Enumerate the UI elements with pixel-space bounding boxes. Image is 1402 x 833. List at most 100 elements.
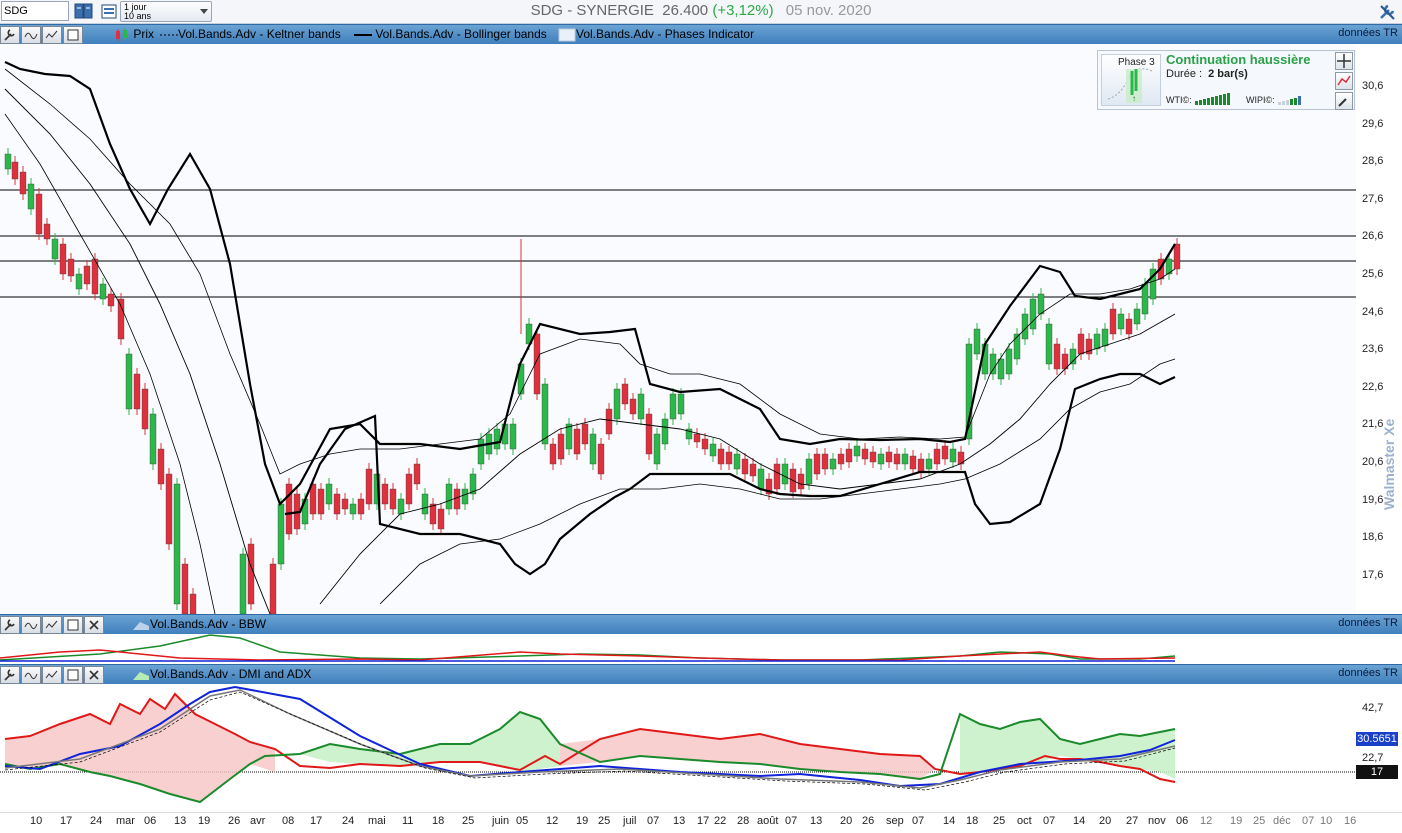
title-change: (+3,12%) xyxy=(712,2,774,19)
wave-icon[interactable] xyxy=(21,666,41,684)
window-icon[interactable] xyxy=(63,616,83,634)
date-axis-label: 28 xyxy=(737,815,750,827)
wave-icon[interactable] xyxy=(21,616,41,634)
candle xyxy=(941,445,949,460)
candle xyxy=(709,443,717,457)
candle xyxy=(247,543,255,605)
settings-icon[interactable] xyxy=(0,26,20,44)
close-icon[interactable] xyxy=(84,666,104,684)
date-axis-label: 22 xyxy=(714,815,727,827)
candle xyxy=(1005,348,1013,375)
wave-icon[interactable] xyxy=(21,26,41,44)
window-icon[interactable] xyxy=(63,26,83,44)
candle xyxy=(909,455,917,470)
candle xyxy=(613,388,621,420)
ref-value-badge: 17 xyxy=(1356,765,1398,779)
price-axis-label: 22,6 xyxy=(1362,380,1384,393)
date-axis-label: 14 xyxy=(1073,815,1086,827)
title-price: 26.400 xyxy=(662,2,709,19)
candle xyxy=(421,493,429,515)
phase-indicator-box: Phase 3 ↑ Continuation haussière Durée :… xyxy=(1097,50,1355,110)
info-icon[interactable] xyxy=(42,616,62,634)
candle xyxy=(773,463,781,490)
candle xyxy=(1053,343,1061,370)
date-axis-label: 16 xyxy=(1344,815,1357,827)
candle xyxy=(125,353,133,410)
date-axis-label: 12 xyxy=(1200,815,1213,827)
candle xyxy=(133,373,141,410)
candle xyxy=(1069,348,1077,365)
close-icon[interactable] xyxy=(84,616,104,634)
candle xyxy=(117,298,125,340)
info-icon[interactable] xyxy=(42,26,62,44)
candle xyxy=(749,463,757,477)
candle xyxy=(797,473,805,490)
wrench-icon[interactable] xyxy=(1378,2,1398,22)
candle xyxy=(1029,298,1037,330)
info-icon[interactable] xyxy=(42,666,62,684)
date-axis-label: mar xyxy=(116,815,135,827)
candle xyxy=(269,563,277,614)
date-axis-label: 07 xyxy=(785,815,798,827)
legend-keltner: Vol.Bands.Adv - Keltner bands xyxy=(160,27,341,41)
dmi-legend-label: Vol.Bands.Adv - DMI and ADX xyxy=(150,667,312,681)
move-icon[interactable] xyxy=(1335,52,1353,70)
candle xyxy=(549,443,557,465)
candle xyxy=(949,448,957,463)
candle xyxy=(333,493,341,515)
candle xyxy=(581,423,589,445)
date-axis-label: 06 xyxy=(1176,815,1189,827)
price-axis-label: 28,6 xyxy=(1362,155,1384,168)
wti-label: WTI©: xyxy=(1166,95,1192,105)
candle xyxy=(757,468,765,490)
date-axis-label: 07 xyxy=(912,815,925,827)
candle xyxy=(893,453,901,465)
settings-icon[interactable] xyxy=(0,666,20,684)
candle xyxy=(493,428,501,450)
candle xyxy=(989,353,997,375)
date-axis-label: 19 xyxy=(576,815,589,827)
legend-bollinger-label: Vol.Bands.Adv - Bollinger bands xyxy=(375,27,547,41)
wrench-icon[interactable] xyxy=(1335,92,1353,110)
candle xyxy=(11,161,19,180)
date-axis-label: 13 xyxy=(810,815,823,827)
date-axis-label: 07 xyxy=(1302,815,1315,827)
candle xyxy=(901,453,909,465)
candle xyxy=(1173,243,1181,270)
price-chart[interactable] xyxy=(0,44,1402,614)
date-axis-label: 13 xyxy=(673,815,686,827)
candle xyxy=(165,473,173,545)
date-axis-label: 25 xyxy=(1253,815,1266,827)
candle xyxy=(1013,333,1021,360)
candle xyxy=(181,563,189,614)
candle xyxy=(621,383,629,405)
dmi-panel-bar: Vol.Bands.Adv - DMI and ADX données TR xyxy=(0,664,1402,684)
date-axis-label: 26 xyxy=(862,815,875,827)
candle xyxy=(397,498,405,515)
date-axis: 10 17 24 mar 06 13 19 26 avr 08 17 24 mai 11 18 25 juin 0… xyxy=(0,812,1402,833)
duration-value: 2 bar(s) xyxy=(1208,68,1248,80)
candle xyxy=(741,458,749,475)
candle xyxy=(933,448,941,465)
wipi-indicator: WIPI©: xyxy=(1246,93,1307,105)
price-axis-label: 24,6 xyxy=(1362,305,1384,318)
candle xyxy=(461,488,469,505)
main-panel-bar: Prix Vol.Bands.Adv - Keltner bands Vol.B… xyxy=(0,24,1402,44)
date-axis-label: 17 xyxy=(310,815,323,827)
candle xyxy=(341,498,349,510)
chart-icon[interactable] xyxy=(1335,72,1353,90)
bbw-chart xyxy=(0,634,1176,662)
dmi-axis-label: 42,7 xyxy=(1362,702,1384,714)
candle xyxy=(35,193,43,235)
bbw-panel-bar: Vol.Bands.Adv - BBW données TR xyxy=(0,614,1402,634)
date-axis-label: 25 xyxy=(993,815,1006,827)
settings-icon[interactable] xyxy=(0,616,20,634)
date-axis-label: juin xyxy=(492,815,510,827)
date-axis-label: 10 xyxy=(1320,815,1333,827)
dmi-chart xyxy=(0,684,1356,812)
date-axis-label: 12 xyxy=(546,815,559,827)
phase-box-tools xyxy=(1334,51,1354,110)
window-icon[interactable] xyxy=(63,666,83,684)
date-axis-label: 06 xyxy=(144,815,157,827)
date-axis-label: 14 xyxy=(943,815,956,827)
